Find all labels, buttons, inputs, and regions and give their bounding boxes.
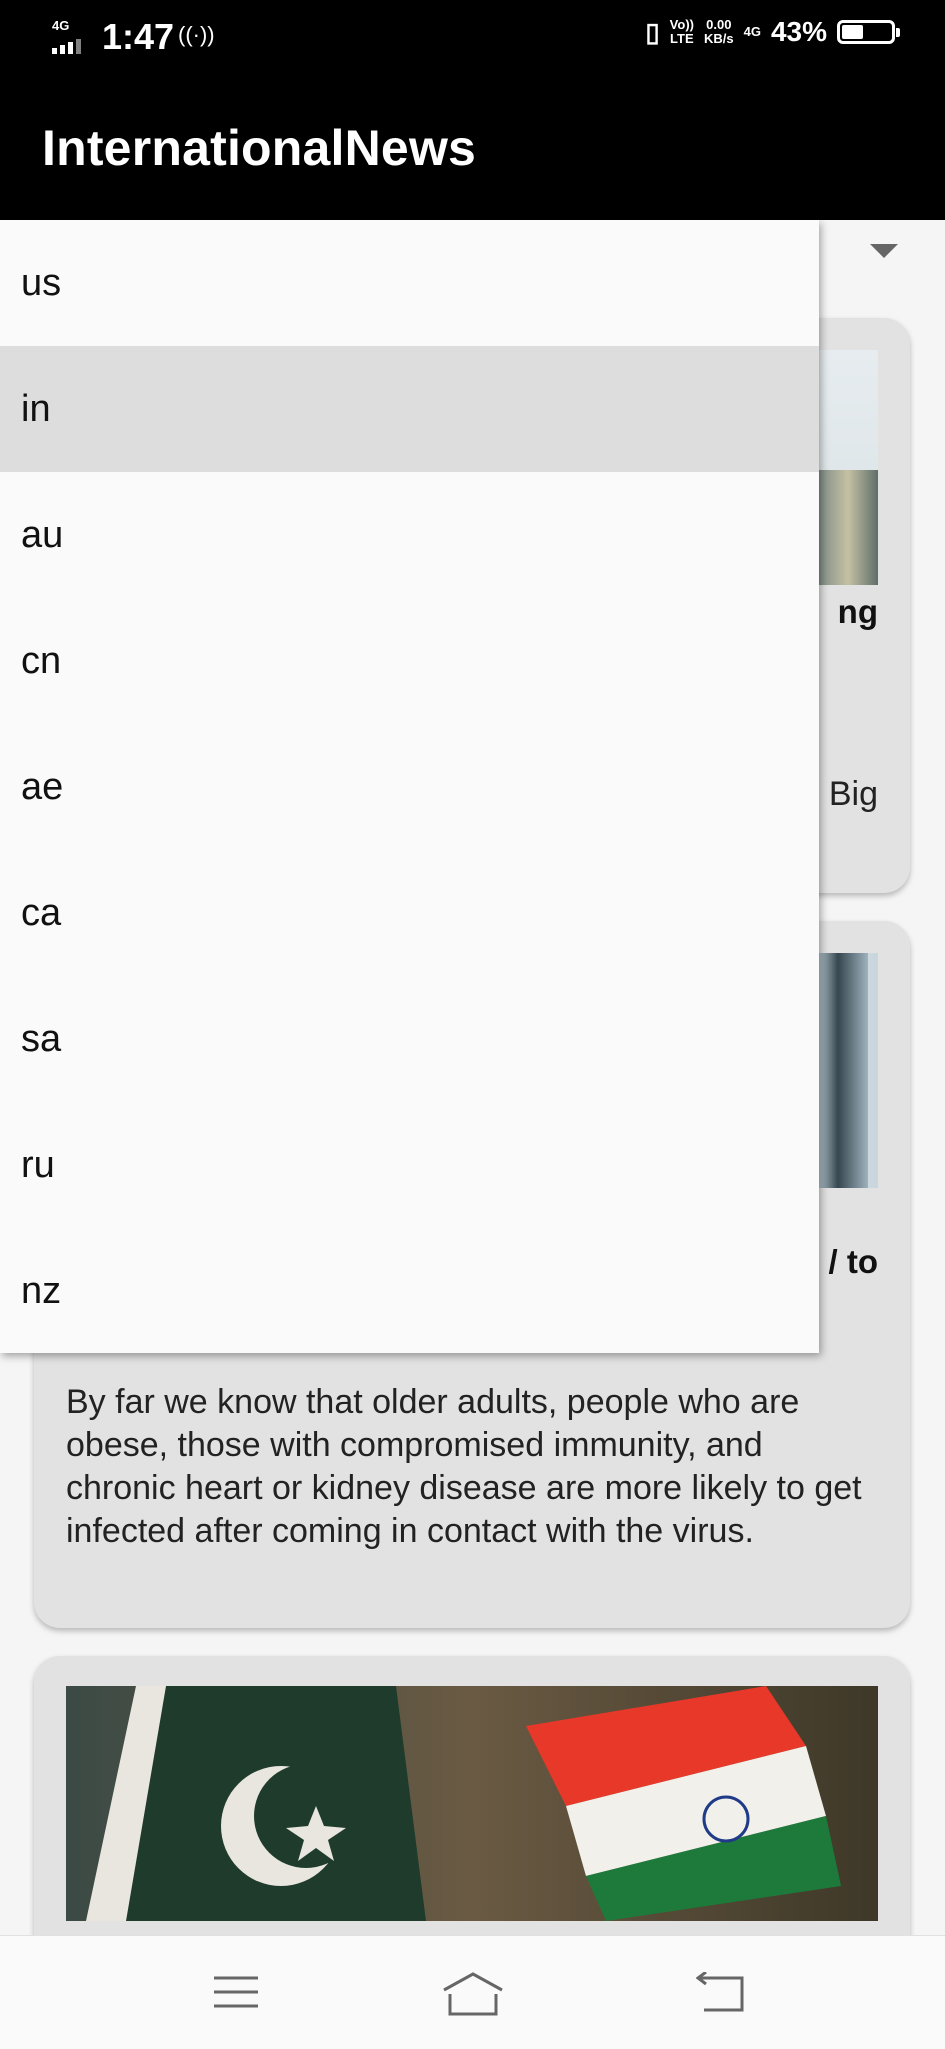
status-bar: 4G 1:47 ((·)) ▯ Vo)) LTE 0.00 KB/s 4G 43… (0, 0, 945, 75)
pakistan-india-flags-image (66, 1686, 878, 1921)
app-title: InternationalNews (42, 120, 477, 176)
system-nav-bar (0, 1935, 945, 2049)
dropdown-option-us[interactable]: us (0, 220, 819, 346)
country-dropdown[interactable]: us in au cn ae ca sa ru nz (0, 220, 819, 1353)
signal-icon (52, 36, 84, 54)
dropdown-arrow-icon[interactable] (870, 244, 898, 258)
data-type: 4G (743, 24, 761, 39)
hotspot-icon: ((·)) (178, 22, 215, 47)
dropdown-option-ca[interactable]: ca (0, 850, 819, 976)
dropdown-option-ru[interactable]: ru (0, 1102, 819, 1228)
battery-percent: 43% (770, 16, 827, 47)
dropdown-option-ae[interactable]: ae (0, 724, 819, 850)
app-bar: InternationalNews (0, 75, 945, 220)
vibrate-icon: ▯ (645, 16, 660, 47)
back-icon[interactable] (696, 1972, 744, 2012)
clock: 1:47 (102, 16, 175, 57)
dropdown-option-au[interactable]: au (0, 472, 819, 598)
home-icon[interactable] (442, 1972, 504, 2016)
news-description: By far we know that older adults, people… (66, 1383, 862, 1550)
dropdown-option-sa[interactable]: sa (0, 976, 819, 1102)
net-speed: 0.00 KB/s (703, 17, 734, 46)
dropdown-option-in[interactable]: in (0, 346, 819, 472)
menu-icon[interactable] (212, 1972, 260, 2012)
flags-illustration (86, 1686, 841, 1921)
dropdown-option-cn[interactable]: cn (0, 598, 819, 724)
volte-indicator: Vo)) LTE (669, 17, 694, 46)
battery-icon (837, 20, 900, 44)
dropdown-option-nz[interactable]: nz (0, 1228, 819, 1354)
network-type: 4G (52, 18, 70, 33)
